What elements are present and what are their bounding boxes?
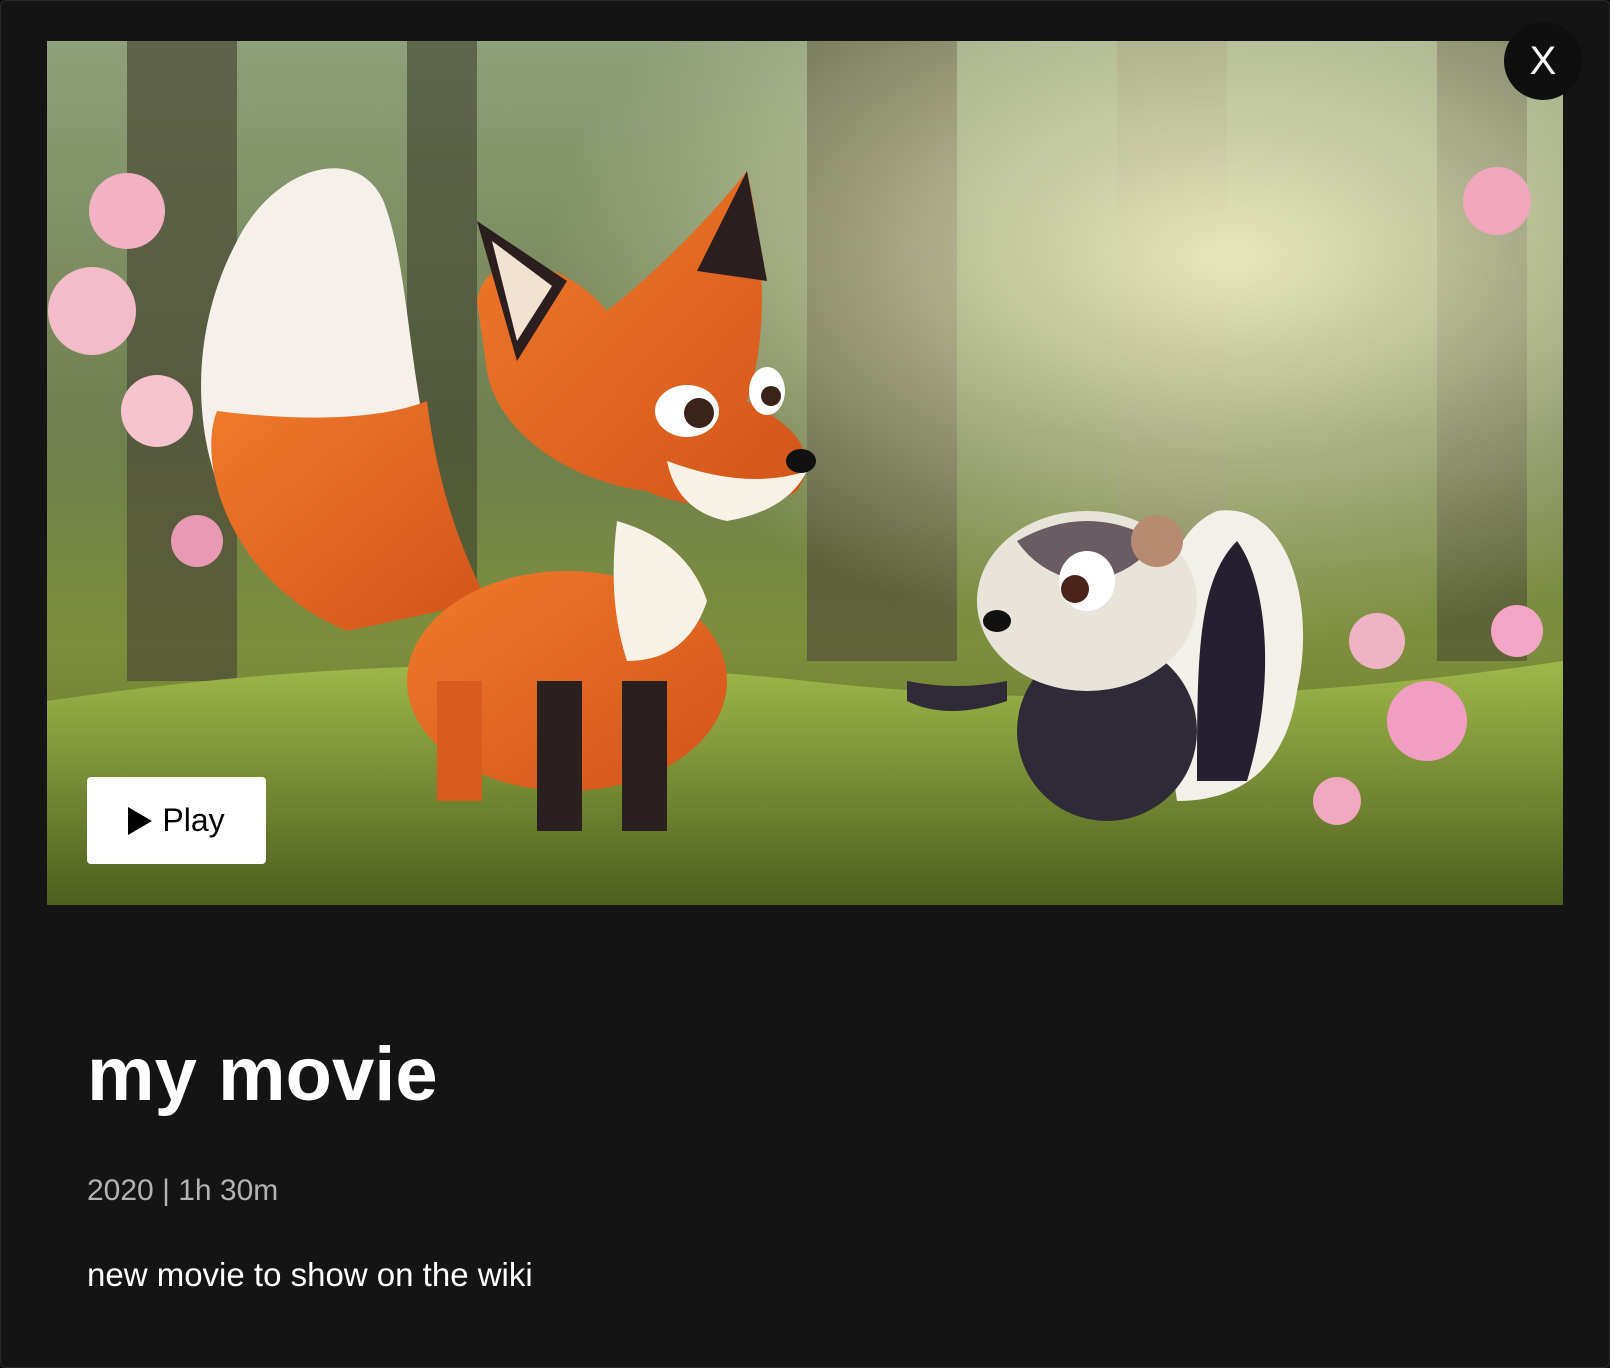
play-button[interactable]: Play	[87, 777, 266, 864]
movie-detail-modal: X Play my movie 2020 | 1h 30m new movie …	[0, 0, 1610, 1368]
close-button[interactable]: X	[1504, 22, 1582, 100]
play-label: Play	[162, 802, 225, 838]
close-icon: X	[1529, 38, 1557, 83]
movie-description: new movie to show on the wiki	[87, 1256, 533, 1293]
movie-meta: 2020 | 1h 30m	[87, 1174, 279, 1207]
hero-image	[47, 41, 1563, 905]
play-icon	[128, 806, 153, 835]
movie-title: my movie	[87, 1032, 438, 1117]
